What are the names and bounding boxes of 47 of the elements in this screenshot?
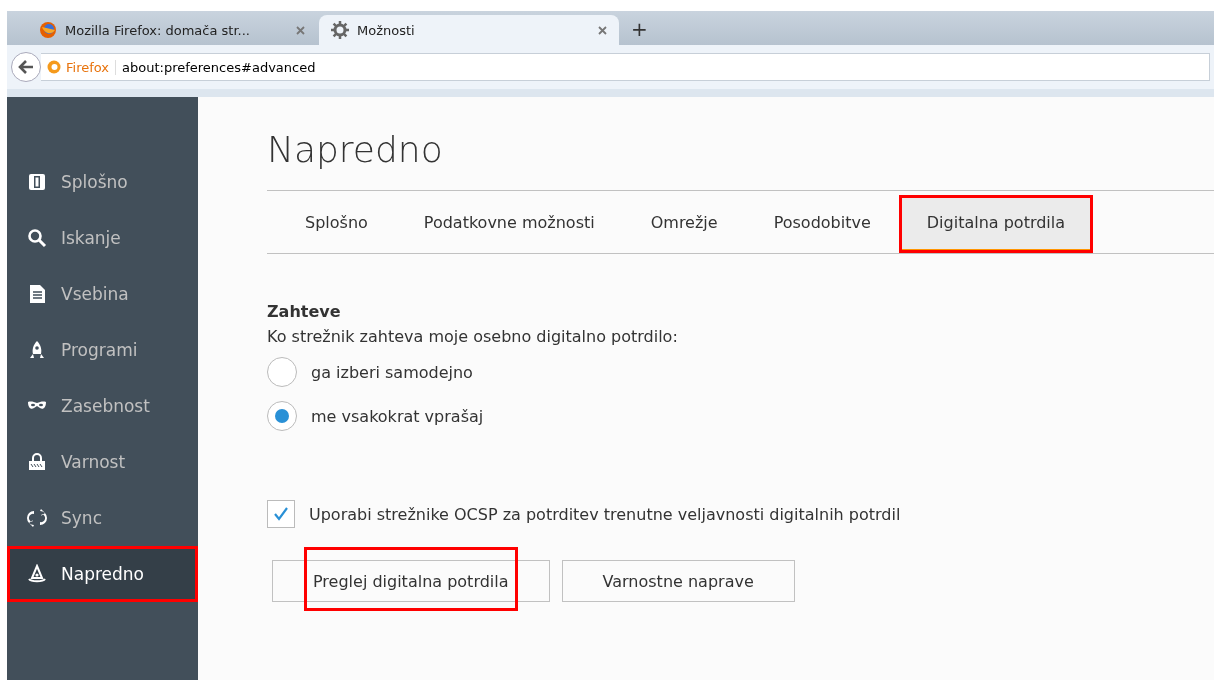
browser-tab[interactable]: Možnosti [319,15,619,45]
gear-icon [331,21,349,39]
close-icon [598,25,607,35]
padlock-icon [27,452,47,472]
tab[interactable]: Digitalna potrdila [898,195,1094,253]
checkbox[interactable] [267,500,295,528]
site-identity-label: Firefox [66,59,110,75]
radio-label[interactable]: ga izberi samodejno [311,362,473,382]
back-button[interactable] [11,52,41,82]
question-text: Ko strežnik zahteva moje osebno digitalno potrdilo: [267,327,679,346]
tab[interactable]: Podatkovne možnosti [395,195,623,253]
sidebar-item[interactable]: Zasebnost [7,378,198,434]
search-icon [27,228,47,248]
firefox-logo-icon [47,60,61,74]
page-heading: Napredno [267,129,444,170]
tab-title: Mozilla Firefox: domača str... [65,22,251,38]
rocket-icon [27,340,47,360]
sidebar-item[interactable]: Varnost [7,434,198,490]
sidebar-item[interactable]: Splošno [7,154,198,210]
action-button[interactable]: Preglej digitalna potrdila [272,560,550,602]
address-bar[interactable]: Firefox about:preferences#advanced [41,53,1210,81]
new-tab-button[interactable]: + [621,17,658,45]
panel-icon [27,172,47,192]
sidebar-item[interactable]: Programi [7,322,198,378]
sidebar-item[interactable]: Sync [7,490,198,546]
action-button[interactable]: Varnostne naprave [561,560,795,602]
tab[interactable]: Omrežje [622,195,746,253]
tab-title: Možnosti [357,22,416,38]
document-icon [27,284,47,304]
checkmark-icon [273,507,289,521]
tab[interactable]: Posodobitve [745,195,899,253]
wizard-hat-icon [27,564,47,584]
radio-button[interactable] [267,357,297,387]
sync-icon [27,508,47,528]
url-text: about:preferences#advanced [122,59,316,75]
checkbox-label[interactable]: Uporabi strežnike OCSP za potrditev trenutne veljavnosti digitalnih potrdil [309,504,901,524]
sidebar-item[interactable]: Iskanje [7,210,198,266]
section-title: Zahteve [267,302,342,321]
sidebar-item[interactable]: Vsebina [7,266,198,322]
tab[interactable]: Splošno [277,195,396,253]
radio-button[interactable] [267,401,297,431]
sidebar-item[interactable]: Napredno [7,546,198,602]
back-arrow-icon [18,60,34,74]
browser-tab[interactable]: Mozilla Firefox: domača str... [27,15,317,45]
close-icon [296,25,305,35]
firefox-logo-icon [39,21,57,39]
radio-label[interactable]: me vsakokrat vprašaj [311,406,484,426]
